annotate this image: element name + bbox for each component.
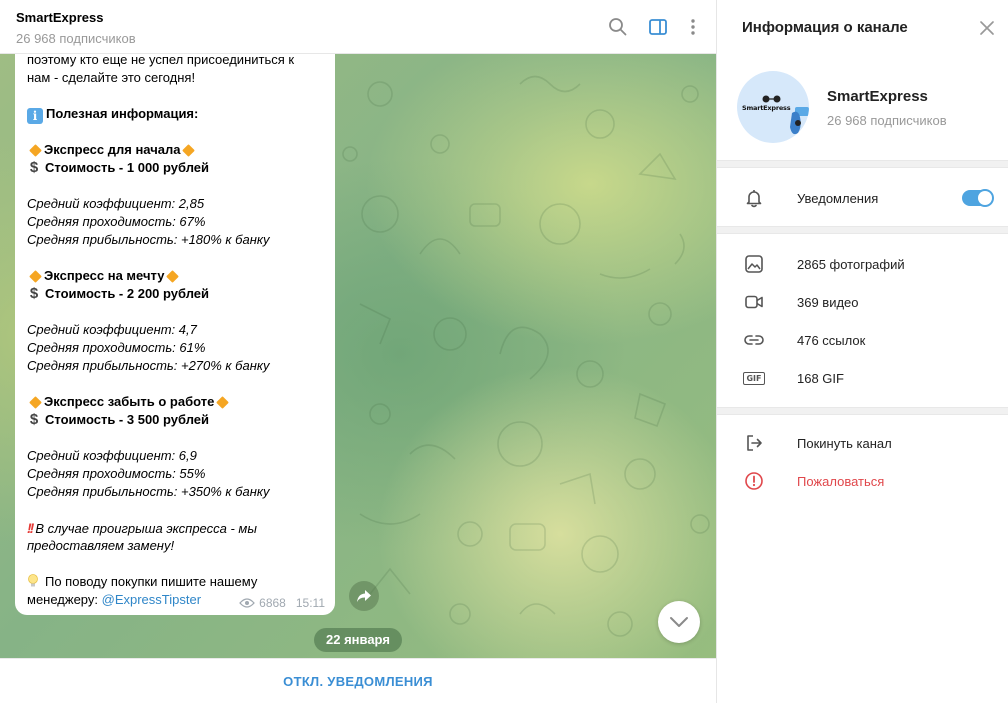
videos-count: 369 видео [797, 294, 859, 310]
share-arrow-icon [357, 590, 371, 602]
notifications-label: Уведомления [797, 190, 879, 206]
double-exclamation-icon: !! [27, 520, 34, 536]
chat-background[interactable]: поэтому кто еще не успел присоединиться … [0, 54, 716, 658]
search-icon [609, 18, 627, 36]
channel-subscriber-count: 26 968 подписчиков [827, 113, 947, 128]
express-price-3: $ Стоимость - 3 500 рублей [27, 411, 209, 429]
message-line: нам - сделайте это сегодня! [27, 70, 196, 85]
orange-diamond-icon [166, 269, 180, 283]
mute-toggle-button[interactable]: ОТКЛ. УВЕДОМЛЕНИЯ [283, 674, 433, 689]
panel-title: Информация о канале [742, 19, 908, 36]
channel-name: SmartExpress [827, 88, 928, 105]
report-row[interactable]: Пожаловаться [717, 462, 1008, 500]
leave-channel-label: Покинуть канал [797, 435, 892, 451]
media-row-videos[interactable]: 369 видео [717, 283, 1008, 321]
eye-icon [239, 598, 256, 608]
chat-footer: ОТКЛ. УВЕДОМЛЕНИЯ [0, 658, 716, 703]
video-icon [743, 291, 765, 313]
section-divider [717, 407, 1008, 415]
gif-badge: GIF [743, 371, 765, 385]
gif-icon: GIF [743, 367, 765, 389]
media-row-links[interactable]: 476 ссылок [717, 321, 1008, 359]
message-bubble[interactable]: поэтому кто еще не успел присоединиться … [15, 54, 335, 615]
media-row-photos[interactable]: 2865 фотографий [717, 245, 1008, 283]
photo-icon [743, 253, 765, 275]
chat-subscriber-count: 26 968 подписчиков [16, 31, 136, 46]
orange-diamond-icon [182, 143, 196, 157]
express-coef-2: Средний коэффициент: 4,7 [27, 322, 197, 337]
media-row-gifs[interactable]: GIF 168 GIF [717, 359, 1008, 397]
express-pass-1: Средняя проходимость: 67% [27, 214, 206, 229]
express-profit-2: Средняя прибыльность: +270% к банку [27, 358, 270, 373]
message-time: 15:11 [295, 596, 325, 610]
chevron-down-icon [670, 617, 688, 627]
express-pass-2: Средняя проходимость: 61% [27, 340, 206, 355]
express-pass-3: Средняя проходимость: 55% [27, 466, 206, 481]
close-icon [980, 21, 994, 35]
lightbulb-icon [28, 574, 38, 587]
notifications-toggle[interactable] [962, 190, 993, 206]
purchase-note: По поводу покупки пишите нашему [27, 573, 257, 591]
avatar-logo-text: SmartExpress [742, 104, 791, 112]
express-profit-3: Средняя прибыльность: +350% к банку [27, 484, 270, 499]
message-line: поэтому кто еще не успел присоединиться … [27, 54, 295, 67]
bell-icon [743, 187, 765, 209]
message-meta: 6868 15:11 [239, 596, 325, 610]
replacement-note-2: предоставляем замену! [27, 538, 175, 553]
close-panel-button[interactable] [975, 16, 999, 40]
orange-diamond-icon [216, 395, 230, 409]
toggle-info-panel-button[interactable] [645, 14, 671, 40]
report-label: Пожаловаться [797, 473, 885, 489]
links-count: 476 ссылок [797, 332, 866, 348]
express-title-2: Экспресс на мечту [27, 267, 181, 285]
express-price-1: $ Стоимость - 1 000 рублей [27, 159, 209, 177]
dollar-icon: $ [29, 285, 39, 302]
express-coef-1: Средний коэффициент: 2,85 [27, 196, 205, 211]
section-divider [717, 226, 1008, 234]
replacement-note: !! В случае проигрыша экспресса - мы [27, 520, 257, 536]
orange-diamond-icon [29, 269, 42, 283]
date-separator: 22 января [314, 628, 402, 652]
dollar-icon: $ [29, 411, 39, 428]
chat-header[interactable]: SmartExpress 26 968 подписчиков [0, 0, 716, 54]
channel-avatar[interactable]: SmartExpress [737, 71, 809, 143]
scroll-to-bottom-button[interactable] [658, 601, 700, 643]
photos-count: 2865 фотографий [797, 256, 905, 272]
express-coef-3: Средний коэффициент: 6,9 [27, 448, 197, 463]
link-icon [743, 329, 765, 351]
orange-diamond-icon [29, 143, 42, 157]
forward-button[interactable] [349, 581, 379, 611]
express-profit-1: Средняя прибыльность: +180% к банку [27, 232, 270, 247]
more-menu-button[interactable] [680, 14, 706, 40]
leave-icon [743, 432, 765, 454]
leave-channel-row[interactable]: Покинуть канал [717, 424, 1008, 462]
express-title-1: Экспресс для начала [27, 141, 197, 159]
manager-username-link[interactable]: @ExpressTipster [102, 592, 201, 607]
view-count: 6868 [259, 596, 286, 610]
notifications-row[interactable]: Уведомления [717, 179, 1008, 217]
express-title-3: Экспресс забыть о работе [27, 393, 231, 411]
dollar-icon: $ [29, 159, 39, 176]
express-price-2: $ Стоимость - 2 200 рублей [27, 285, 209, 303]
orange-diamond-icon [29, 395, 42, 409]
search-button[interactable] [605, 14, 631, 40]
section-divider [717, 160, 1008, 168]
channel-info-panel: Информация о канале SmartExpress SmartEx… [716, 0, 1008, 703]
more-vertical-icon [691, 19, 695, 35]
sidebar-panel-icon [649, 19, 667, 35]
gifs-count: 168 GIF [797, 370, 844, 386]
purchase-note-2: менеджеру: @ExpressTipster [27, 592, 202, 607]
chat-title[interactable]: SmartExpress [16, 10, 103, 25]
warning-icon [743, 470, 765, 492]
useful-info-heading: i Полезная информация: [27, 105, 198, 124]
chat-area: SmartExpress 26 968 подписчиков поэтому … [0, 0, 716, 703]
info-icon: i [27, 108, 43, 124]
